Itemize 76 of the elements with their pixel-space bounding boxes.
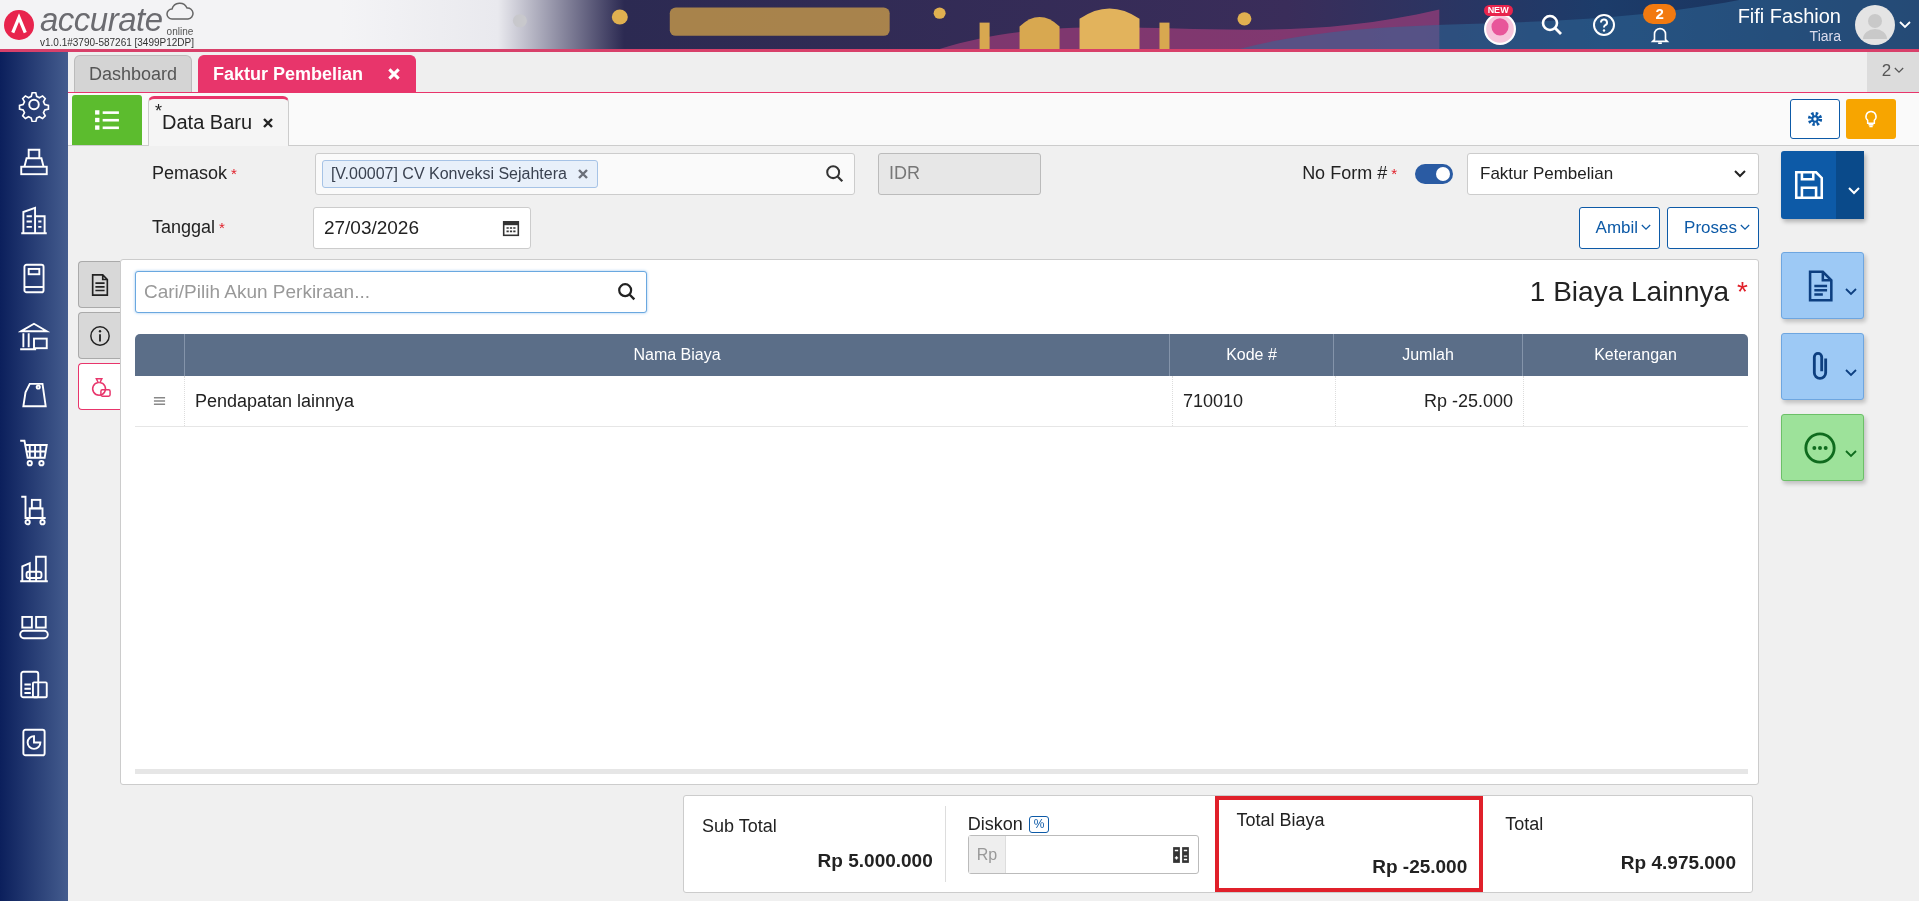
chevron-down-icon: [1734, 169, 1746, 178]
summary-label: Total: [1505, 814, 1545, 835]
dropdown-button[interactable]: Ambil: [1578, 206, 1661, 249]
search-icon[interactable]: [1539, 12, 1564, 37]
attachment-button[interactable]: [1781, 333, 1864, 400]
info-icon: [88, 324, 111, 347]
document-tab-label: Data Baru: [162, 111, 253, 134]
summary-label: Sub Total: [702, 816, 778, 837]
tab[interactable]: Faktur Pembelian: [198, 55, 417, 92]
summary-label: Diskon: [967, 814, 1023, 835]
required-mark: *: [219, 219, 225, 236]
user-name: Tiara: [1809, 28, 1841, 44]
avatar-icon[interactable]: [1855, 4, 1895, 45]
supplier-chip: [V.00007] CV Konveksi Sejahtera: [321, 159, 598, 188]
account-search-field[interactable]: Cari/Pilih Akun Perkiraan...: [135, 271, 647, 313]
supplier-field[interactable]: [V.00007] CV Konveksi Sejahtera: [314, 152, 855, 195]
new-badge: NEW: [1483, 4, 1513, 16]
required-mark: *: [231, 165, 237, 182]
tab-count-button[interactable]: 2: [1867, 49, 1919, 92]
side-tab[interactable]: [78, 312, 120, 359]
list-icon: [94, 109, 120, 131]
table-cell: 710010: [1172, 376, 1335, 426]
required-mark: *: [1737, 276, 1748, 308]
dropdown-button[interactable]: Proses: [1667, 206, 1759, 249]
search-icon[interactable]: [823, 162, 846, 185]
table-cell: Pendapatan lainnya: [184, 376, 1172, 426]
drag-handle-icon[interactable]: [153, 396, 166, 406]
date-field[interactable]: 27/03/2026: [312, 206, 531, 249]
close-icon[interactable]: [262, 116, 275, 129]
summary-value: Rp 4.975.000: [1620, 852, 1736, 874]
logo-text: accurate: [40, 3, 163, 37]
document-button[interactable]: [1781, 252, 1864, 319]
remove-icon[interactable]: [576, 167, 589, 180]
save-button[interactable]: [1781, 151, 1864, 219]
company-name: Fifi Fashion: [1737, 5, 1841, 28]
percent-toggle[interactable]: %: [1028, 816, 1050, 833]
chevron-down-icon[interactable]: [1848, 187, 1860, 195]
version-text: v1.0.1#3790-587261 [3499P12DP]: [40, 37, 194, 48]
summary-value: Rp -25.000: [1372, 856, 1468, 878]
field-label: Pemasok: [152, 163, 228, 184]
modified-mark: *: [155, 101, 162, 122]
more-button[interactable]: [1781, 414, 1864, 481]
more-icon: [1802, 430, 1837, 465]
form-type-select[interactable]: Faktur Pembelian: [1467, 152, 1759, 195]
chevron-down-icon: [1844, 449, 1857, 458]
calculator-icon[interactable]: [1171, 845, 1190, 864]
table-cell: Rp -25.000: [1335, 376, 1523, 426]
chevron-down-icon: [1844, 287, 1857, 296]
chevron-down-icon: [1894, 67, 1905, 74]
currency-field: IDR: [877, 152, 1041, 195]
side-tab[interactable]: [78, 261, 120, 308]
chevron-down-icon: [1740, 224, 1750, 231]
toggle-switch[interactable]: [1415, 163, 1453, 184]
summary-value: Rp 5.000.000: [817, 850, 933, 872]
cloud-icon: [164, 1, 195, 21]
summary-label: Total Biaya: [1236, 810, 1326, 831]
column-header: Kode #: [1169, 334, 1333, 376]
chevron-down-icon: [1641, 224, 1652, 231]
help-icon[interactable]: [1591, 12, 1616, 37]
chevron-down-icon: [1844, 368, 1857, 377]
document-tab[interactable]: *Data Baru: [148, 96, 290, 146]
settings-button[interactable]: [1790, 99, 1840, 139]
column-header: Keterangan: [1522, 334, 1748, 376]
required-mark: *: [1391, 165, 1397, 182]
logo-subtitle: online: [166, 26, 194, 37]
field-label: No Form #: [1302, 163, 1388, 184]
calendar-icon[interactable]: [501, 218, 520, 237]
column-header: Jumlah: [1333, 334, 1522, 376]
tab[interactable]: Dashboard: [74, 55, 193, 92]
section-title: 1 Biaya Lainnya: [1529, 276, 1730, 308]
search-icon[interactable]: [616, 281, 638, 303]
logo-icon: [4, 9, 34, 40]
chevron-down-icon[interactable]: [1899, 20, 1911, 29]
column-header: Nama Biaya: [184, 334, 1169, 376]
field-label: Tanggal: [152, 217, 216, 238]
settings-icon: [1806, 110, 1824, 128]
